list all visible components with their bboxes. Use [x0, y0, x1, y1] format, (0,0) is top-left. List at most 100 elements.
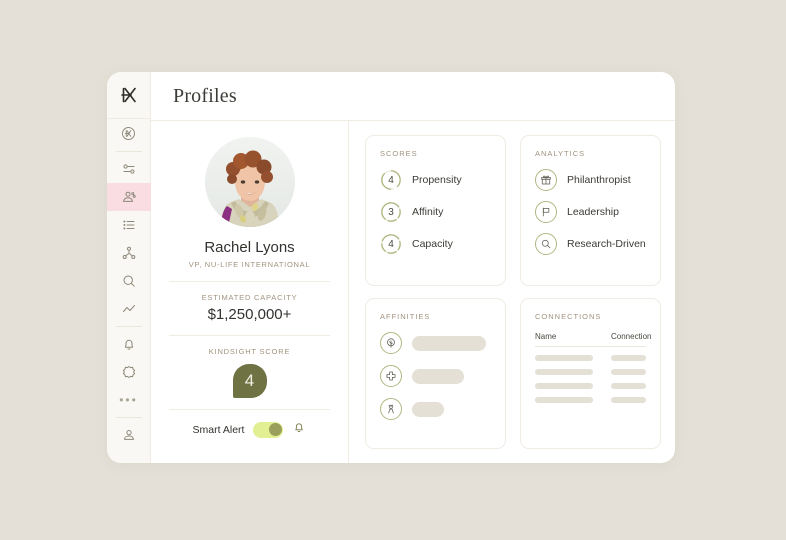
- app-window: ••• Profiles Rachel Lyons VP, NU-LIFE IN…: [107, 72, 675, 463]
- cell-connection-placeholder: [611, 355, 646, 361]
- user-icon: [123, 430, 134, 440]
- score-item[interactable]: 4 Capacity: [380, 233, 491, 255]
- connections-card: CONNECTIONS Name Connection: [520, 298, 661, 449]
- analytics-list: Philanthropist Leadership Research-Drive…: [535, 169, 646, 255]
- cross-icon: [380, 365, 402, 387]
- smart-alert-toggle[interactable]: [253, 421, 284, 438]
- table-row[interactable]: [535, 397, 646, 403]
- profile-divider: [169, 281, 330, 282]
- table-row[interactable]: [535, 355, 646, 361]
- flag-icon: [535, 201, 557, 223]
- analytics-card: ANALYTICS Philanthropist Leadership Rese…: [520, 135, 661, 286]
- score-label: Affinity: [412, 206, 444, 218]
- analytics-label: Research-Driven: [567, 238, 646, 250]
- sidebar-divider: [115, 417, 142, 418]
- analytics-item[interactable]: Research-Driven: [535, 233, 646, 255]
- sidebar-item-segments[interactable]: [107, 154, 151, 182]
- profile-role: VP, NU-LIFE INTERNATIONAL: [188, 260, 311, 269]
- sidebar-divider: [115, 150, 142, 152]
- affinities-title: AFFINITIES: [380, 312, 431, 321]
- cards-grid: SCORES 4 Propensity 3 Affinity 4 Capacit…: [349, 121, 675, 463]
- analytics-item[interactable]: Leadership: [535, 201, 646, 223]
- bell-icon: [295, 423, 304, 432]
- profile-name: Rachel Lyons: [204, 239, 295, 256]
- gift-icon: [535, 169, 557, 191]
- content-area: Rachel Lyons VP, NU-LIFE INTERNATIONAL E…: [151, 121, 675, 463]
- affinity-bar: [412, 368, 464, 384]
- connections-title: CONNECTIONS: [535, 312, 602, 321]
- top-bar: Profiles: [151, 72, 675, 121]
- k-badge-icon: [122, 126, 135, 140]
- affinities-list: [380, 332, 491, 420]
- cell-connection-placeholder: [611, 383, 646, 389]
- kindsight-score-label: KINDSIGHT SCORE: [208, 347, 291, 356]
- score-label: Propensity: [412, 174, 462, 186]
- sliders-icon: [123, 163, 134, 174]
- toggle-knob: [268, 423, 282, 436]
- score-ring: 3: [380, 201, 402, 223]
- estimated-capacity-value: $1,250,000+: [207, 306, 292, 323]
- score-value: 4: [388, 238, 394, 250]
- search-icon: [535, 233, 557, 255]
- analytics-item[interactable]: Philanthropist: [535, 169, 646, 191]
- page-background: ••• Profiles Rachel Lyons VP, NU-LIFE IN…: [0, 0, 786, 540]
- app-logo[interactable]: [107, 72, 151, 120]
- sidebar-item-account[interactable]: [107, 421, 151, 449]
- table-row[interactable]: [535, 383, 646, 389]
- sidebar-item-analytics[interactable]: [107, 295, 151, 323]
- sidebar-item-network[interactable]: [107, 239, 151, 267]
- score-item[interactable]: 3 Affinity: [380, 201, 491, 223]
- affinity-item[interactable]: [380, 332, 491, 354]
- gear-star-icon: [122, 366, 135, 378]
- sidebar-item-settings[interactable]: [107, 358, 151, 386]
- sidebar-item-search[interactable]: [107, 267, 151, 295]
- scores-card: SCORES 4 Propensity 3 Affinity 4 Capacit…: [365, 135, 506, 286]
- bell-icon: [124, 339, 133, 350]
- estimated-capacity-label: ESTIMATED CAPACITY: [201, 293, 298, 302]
- ribbon-icon: [380, 398, 402, 420]
- sidebar-item-dashboard[interactable]: [107, 119, 151, 147]
- kindsight-k-logo-icon: [120, 87, 136, 103]
- score-ring: 4: [380, 233, 402, 255]
- cell-connection-placeholder: [611, 369, 646, 375]
- affinity-bar: [412, 401, 444, 417]
- analytics-title: ANALYTICS: [535, 149, 586, 158]
- capacity-divider: [169, 335, 330, 336]
- scores-list: 4 Propensity 3 Affinity 4 Capacity: [380, 169, 491, 255]
- tree-icon: [380, 332, 402, 354]
- main-area: Profiles Rachel Lyons VP, NU-LIFE INTERN…: [151, 72, 675, 463]
- score-ring: 4: [380, 169, 402, 191]
- analytics-label: Leadership: [567, 206, 619, 218]
- smart-alert-row: Smart Alert: [169, 410, 330, 439]
- sidebar: •••: [107, 72, 151, 463]
- search-icon: [123, 275, 135, 287]
- score-value: 3: [388, 206, 394, 218]
- smart-alert-bell-button[interactable]: [292, 420, 306, 439]
- affinity-item[interactable]: [380, 398, 491, 420]
- score-item[interactable]: 4 Propensity: [380, 169, 491, 191]
- affinities-card: AFFINITIES: [365, 298, 506, 449]
- affinity-item[interactable]: [380, 365, 491, 387]
- column-header-name: Name: [535, 332, 557, 341]
- profiles-icon: [122, 191, 136, 202]
- table-row[interactable]: [535, 369, 646, 375]
- smart-alert-label: Smart Alert: [192, 423, 245, 436]
- sidebar-item-alerts[interactable]: [107, 330, 151, 358]
- cell-name-placeholder: [535, 355, 593, 361]
- analytics-label: Philanthropist: [567, 174, 631, 186]
- sidebar-item-profiles[interactable]: [107, 182, 151, 211]
- cell-name-placeholder: [535, 397, 593, 403]
- connections-header-row: Name Connection: [535, 332, 651, 347]
- sidebar-item-lists[interactable]: [107, 211, 151, 239]
- user-portrait-photo-icon: [204, 137, 295, 227]
- cell-name-placeholder: [535, 369, 593, 375]
- network-icon: [122, 246, 135, 259]
- column-header-connection: Connection: [611, 332, 652, 341]
- avatar: [204, 137, 295, 227]
- list-icon: [122, 220, 134, 230]
- score-label: Capacity: [412, 238, 453, 250]
- trend-line-icon: [122, 304, 135, 312]
- kindsight-score-badge: 4: [232, 364, 267, 398]
- sidebar-item-more[interactable]: •••: [107, 386, 151, 414]
- ellipsis-icon: •••: [119, 392, 138, 407]
